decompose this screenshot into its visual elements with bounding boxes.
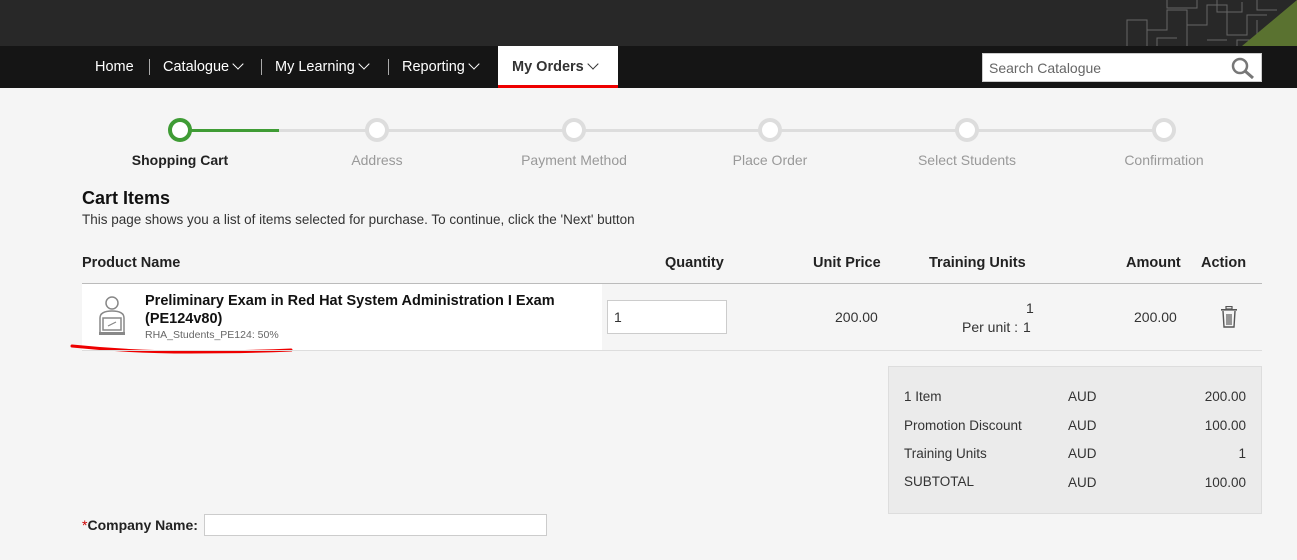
unit-price-value: 200.00	[835, 309, 878, 325]
summary-currency: AUD	[1068, 475, 1097, 490]
step-dot-address	[365, 118, 389, 142]
step-label-confirmation: Confirmation	[1124, 152, 1204, 168]
summary-value: 100.00	[1204, 475, 1246, 490]
step-dot-select-students	[955, 118, 979, 142]
summary-currency: AUD	[1068, 418, 1097, 433]
header-product-name: Product Name	[82, 255, 181, 271]
nav-reporting-label: Reporting	[402, 59, 465, 75]
nav-my-learning-label: My Learning	[275, 59, 355, 75]
training-units-value: 1	[1026, 300, 1034, 316]
chevron-down-icon	[587, 58, 599, 70]
nav-separator	[261, 59, 262, 75]
step-label-address: Address	[351, 152, 403, 168]
nav-my-orders-label: My Orders	[512, 59, 584, 75]
nav-catalogue[interactable]: Catalogue	[151, 46, 254, 88]
step-label-place-order: Place Order	[732, 152, 808, 168]
page-description: This page shows you a list of items sele…	[82, 212, 635, 227]
nav-home-label: Home	[95, 59, 134, 75]
summary-currency: AUD	[1068, 446, 1097, 461]
step-label-payment-method: Payment Method	[521, 152, 627, 168]
per-unit-value: 1	[1023, 319, 1031, 335]
company-name-label-text: Company Name:	[87, 517, 198, 533]
amount-value: 200.00	[1134, 309, 1177, 325]
nav-reporting[interactable]: Reporting	[390, 46, 490, 88]
step-dot-shopping-cart	[168, 118, 192, 142]
top-banner	[0, 0, 1297, 46]
nav-my-learning[interactable]: My Learning	[263, 46, 380, 88]
step-label-select-students: Select Students	[917, 152, 1017, 168]
step-dot-confirmation	[1152, 118, 1176, 142]
per-unit-label: Per unit :	[962, 319, 1019, 335]
trash-icon[interactable]	[1219, 306, 1239, 328]
chevron-down-icon	[232, 58, 244, 70]
summary-value: 100.00	[1204, 418, 1246, 433]
product-name: Preliminary Exam in Red Hat System Admin…	[145, 293, 555, 327]
step-label-shopping-cart: Shopping Cart	[131, 152, 229, 168]
search-box	[982, 53, 1262, 82]
header-training-units: Training Units	[929, 255, 1026, 271]
nav-home[interactable]: Home	[83, 46, 146, 88]
search-icon[interactable]	[1231, 57, 1255, 79]
summary-label: SUBTOTAL	[904, 474, 975, 489]
summary-currency: AUD	[1068, 389, 1097, 404]
order-summary: 1 Item AUD 200.00 Promotion Discount AUD…	[888, 366, 1262, 514]
nav-my-orders[interactable]: My Orders	[498, 46, 618, 88]
step-connector-done	[180, 129, 279, 132]
summary-label: Promotion Discount	[904, 418, 1022, 433]
nav-separator	[149, 59, 150, 75]
step-dot-place-order	[758, 118, 782, 142]
chevron-down-icon	[358, 58, 370, 70]
company-name-input[interactable]	[204, 514, 547, 536]
header-unit-price: Unit Price	[813, 255, 881, 271]
page-title: Cart Items	[82, 188, 171, 208]
summary-value: 1	[1238, 446, 1246, 461]
step-connector-pending	[279, 129, 1163, 132]
nav-catalogue-label: Catalogue	[163, 59, 230, 75]
company-name-label: *Company Name:	[82, 517, 198, 533]
header-action: Action	[1201, 255, 1247, 271]
nav-separator	[388, 59, 389, 75]
summary-label: Training Units	[904, 446, 987, 461]
banner-pattern-graphic	[1126, 0, 1297, 46]
exam-product-icon	[99, 296, 125, 335]
header-amount: Amount	[1126, 255, 1181, 271]
search-input[interactable]	[983, 54, 1223, 81]
summary-value: 200.00	[1204, 389, 1246, 404]
step-dot-payment-method	[562, 118, 586, 142]
summary-label: 1 Item	[904, 389, 942, 404]
quantity-input[interactable]	[607, 300, 727, 334]
chevron-down-icon	[468, 58, 480, 70]
header-quantity: Quantity	[665, 255, 724, 271]
table-row-divider	[82, 350, 1262, 351]
